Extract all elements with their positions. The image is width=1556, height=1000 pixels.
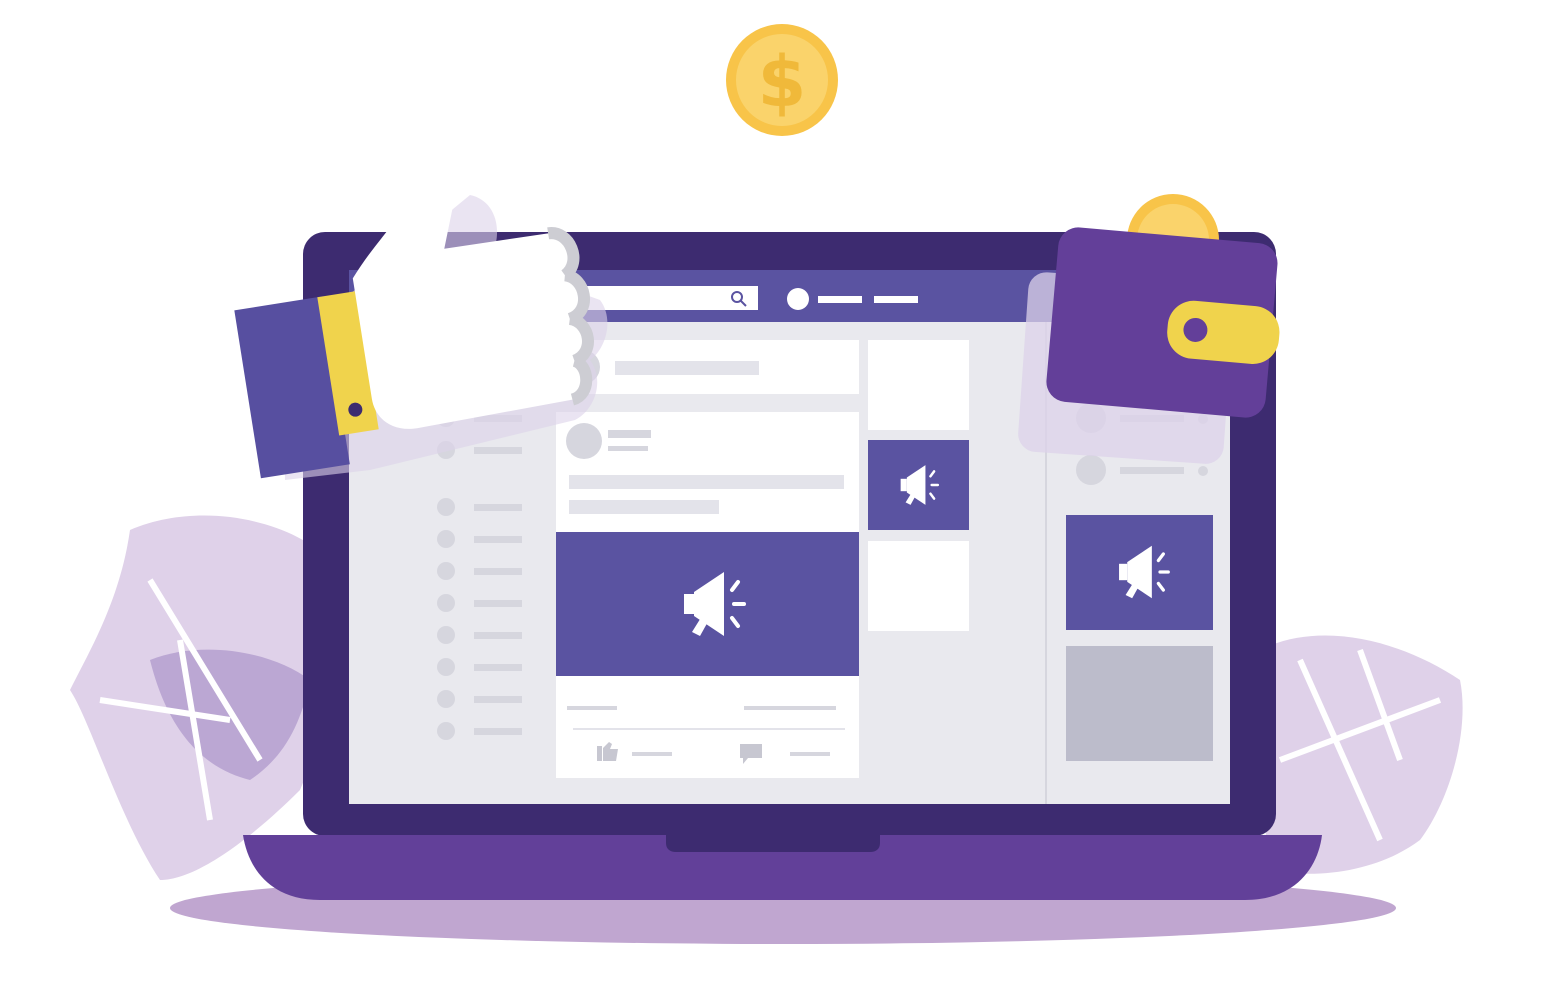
trackpad-notch: [666, 835, 880, 852]
left-leaf-decoration: [70, 515, 334, 880]
coin-dollar-symbol: $: [758, 41, 807, 123]
ad-slot[interactable]: [868, 541, 969, 631]
nav-link-placeholder[interactable]: [874, 296, 918, 303]
nav-link-placeholder[interactable]: [818, 296, 862, 303]
ad-column: [868, 340, 969, 631]
dollar-coin-icon: $: [726, 24, 838, 136]
avatar[interactable]: [787, 288, 809, 310]
post-composer-card[interactable]: [556, 340, 859, 394]
illustration-scene: $: [70, 24, 1463, 944]
feed-post-card: [556, 412, 859, 778]
ad-slot[interactable]: [868, 340, 969, 430]
wallet-clasp: [1167, 300, 1280, 364]
wallet-icon: [1046, 227, 1280, 418]
right-gray-block[interactable]: [1066, 646, 1213, 761]
post-author-avatar[interactable]: [566, 423, 602, 459]
